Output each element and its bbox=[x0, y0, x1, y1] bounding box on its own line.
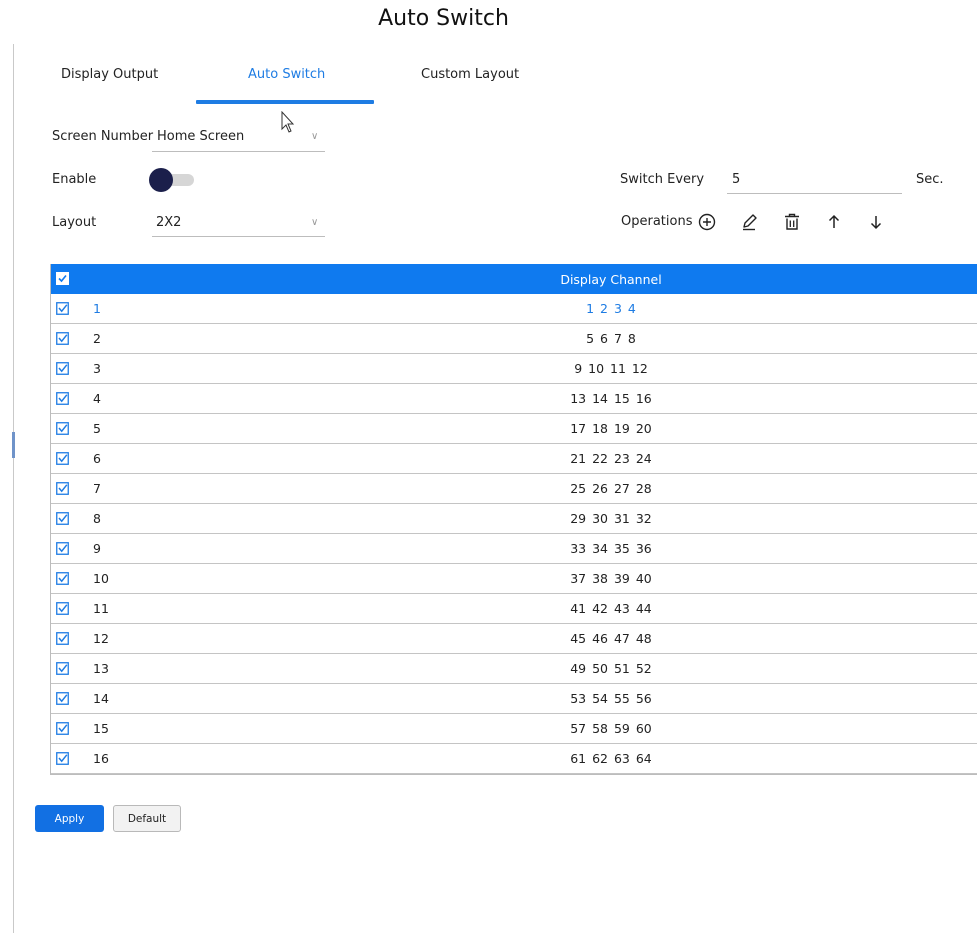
row-channels: 33 34 35 36 bbox=[570, 541, 652, 556]
seconds-unit-label: Sec. bbox=[916, 172, 944, 187]
row-channels: 49 50 51 52 bbox=[570, 661, 652, 676]
row-channels: 25 26 27 28 bbox=[570, 481, 652, 496]
chevron-down-icon: ∨ bbox=[311, 131, 319, 142]
table-row[interactable]: 12 45 46 47 48 bbox=[51, 624, 977, 654]
table-row[interactable]: 15 57 58 59 60 bbox=[51, 714, 977, 744]
chevron-down-icon: ∨ bbox=[311, 217, 319, 228]
table-header: Display Channel bbox=[51, 264, 977, 294]
add-circle-icon[interactable] bbox=[697, 212, 717, 232]
display-channel-header: Display Channel bbox=[560, 272, 662, 287]
page-title: Auto Switch bbox=[378, 6, 509, 31]
layout-underline bbox=[152, 236, 325, 237]
table-row[interactable]: 16 61 62 63 64 bbox=[51, 744, 977, 774]
screen-number-select[interactable]: Home Screen bbox=[157, 129, 325, 151]
switch-every-input[interactable]: 5 bbox=[732, 172, 902, 192]
row-channels: 45 46 47 48 bbox=[570, 631, 652, 646]
table-row[interactable]: 10 37 38 39 40 bbox=[51, 564, 977, 594]
layout-label: Layout bbox=[52, 215, 97, 230]
row-channels: 13 14 15 16 bbox=[570, 391, 652, 406]
tab-display-output[interactable]: Display Output bbox=[61, 67, 158, 82]
arrow-down-icon[interactable] bbox=[866, 212, 886, 232]
left-divider bbox=[13, 44, 14, 933]
row-channels: 57 58 59 60 bbox=[570, 721, 652, 736]
active-tab-indicator bbox=[196, 100, 374, 104]
delete-trash-icon[interactable] bbox=[782, 212, 802, 232]
row-channels: 41 42 43 44 bbox=[570, 601, 652, 616]
table-row[interactable]: 11 2 3 4 bbox=[51, 294, 977, 324]
row-channels: 9 10 11 12 bbox=[574, 361, 648, 376]
arrow-up-icon[interactable] bbox=[824, 212, 844, 232]
enable-label: Enable bbox=[52, 172, 97, 187]
toggle-knob bbox=[149, 168, 173, 192]
apply-button[interactable]: Apply bbox=[35, 805, 104, 832]
table-row[interactable]: 9 33 34 35 36 bbox=[51, 534, 977, 564]
switch-every-label: Switch Every bbox=[620, 172, 705, 187]
table-row[interactable]: 11 41 42 43 44 bbox=[51, 594, 977, 624]
channel-table: Display Channel 11 2 3 425 6 7 839 10 11… bbox=[50, 264, 977, 775]
screen-number-underline bbox=[152, 151, 325, 152]
table-row[interactable]: 4 13 14 15 16 bbox=[51, 384, 977, 414]
table-row[interactable]: 5 17 18 19 20 bbox=[51, 414, 977, 444]
table-body: 11 2 3 425 6 7 839 10 11 12 4 13 14 15 16 5… bbox=[51, 294, 977, 774]
table-row[interactable]: 6 21 22 23 24 bbox=[51, 444, 977, 474]
tab-auto-switch[interactable]: Auto Switch bbox=[248, 67, 325, 82]
table-row[interactable]: 25 6 7 8 bbox=[51, 324, 977, 354]
row-channels: 53 54 55 56 bbox=[570, 691, 652, 706]
screen-number-label: Screen Number bbox=[52, 129, 154, 144]
default-button[interactable]: Default bbox=[113, 805, 181, 832]
row-channels: 29 30 31 32 bbox=[570, 511, 652, 526]
layout-select[interactable]: 2X2 bbox=[156, 215, 325, 235]
switch-every-value: 5 bbox=[732, 172, 741, 187]
tab-custom-layout[interactable]: Custom Layout bbox=[421, 67, 519, 82]
table-row[interactable]: 39 10 11 12 bbox=[51, 354, 977, 384]
layout-value: 2X2 bbox=[156, 215, 182, 230]
table-row[interactable]: 14 53 54 55 56 bbox=[51, 684, 977, 714]
row-channels: 5 6 7 8 bbox=[586, 331, 636, 346]
left-accent-marker bbox=[12, 432, 15, 458]
row-channels: 37 38 39 40 bbox=[570, 571, 652, 586]
operations-label: Operations bbox=[621, 214, 693, 229]
row-channels: 17 18 19 20 bbox=[570, 421, 652, 436]
row-channels: 1 2 3 4 bbox=[586, 301, 636, 316]
table-row[interactable]: 8 29 30 31 32 bbox=[51, 504, 977, 534]
table-row[interactable]: 13 49 50 51 52 bbox=[51, 654, 977, 684]
row-channels: 61 62 63 64 bbox=[570, 751, 652, 766]
table-row[interactable]: 7 25 26 27 28 bbox=[51, 474, 977, 504]
edit-pencil-icon[interactable] bbox=[740, 212, 760, 232]
row-channels: 21 22 23 24 bbox=[570, 451, 652, 466]
switch-every-underline bbox=[727, 193, 902, 194]
screen-number-value: Home Screen bbox=[157, 129, 245, 144]
